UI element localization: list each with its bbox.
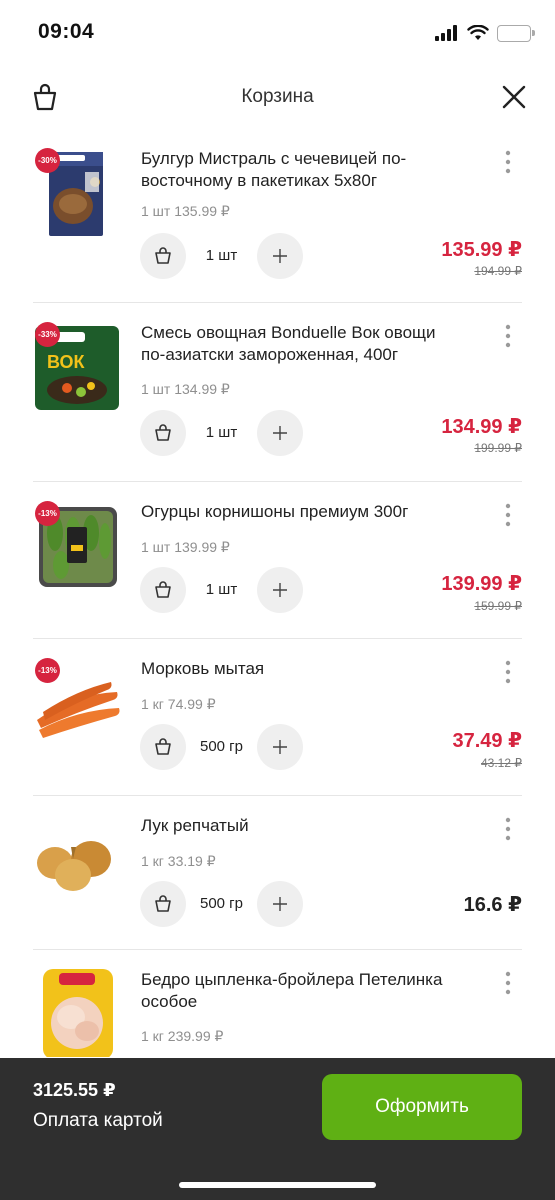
remove-button[interactable] xyxy=(140,881,186,927)
item-unit-price: 1 кг 74.99 ₽ xyxy=(141,696,216,712)
add-button[interactable] xyxy=(257,410,303,456)
cart-item: -33% ВОК Смесь овощная Bonduelle Вок ово… xyxy=(33,304,522,482)
cart-item: Бедро цыпленка-бройлера Петелинка особое… xyxy=(33,951,522,1058)
quantity-value: 1 шт xyxy=(205,247,238,264)
plus-icon xyxy=(273,740,287,754)
cart-item: -30% Булгур Мистраль с чечевицей по-вост… xyxy=(33,130,522,303)
item-name[interactable]: Смесь овощная Bonduelle Вок овощи по-ази… xyxy=(141,322,461,366)
checkout-bar: 3125.55 ₽ Оплата картой Оформить xyxy=(0,1058,555,1200)
item-name[interactable]: Морковь мытая xyxy=(141,658,461,680)
remove-button[interactable] xyxy=(140,233,186,279)
more-icon[interactable] xyxy=(504,660,512,684)
item-unit-price: 1 шт 134.99 ₽ xyxy=(141,381,230,397)
signal-icon xyxy=(435,25,457,41)
item-name[interactable]: Булгур Мистраль с чечевицей по-восточном… xyxy=(141,148,461,192)
discount-badge: -13% xyxy=(35,501,60,526)
plus-icon xyxy=(273,426,287,440)
minus-trash-icon xyxy=(155,247,171,264)
plus-icon xyxy=(273,897,287,911)
item-name[interactable]: Бедро цыпленка-бройлера Петелинка особое xyxy=(141,969,461,1013)
item-price: 134.99 ₽ xyxy=(441,416,522,438)
item-unit-price: 1 кг 33.19 ₽ xyxy=(141,853,216,869)
add-button[interactable] xyxy=(257,881,303,927)
item-old-price: 194.99 ₽ xyxy=(474,264,522,278)
close-icon[interactable] xyxy=(499,82,529,112)
discount-badge: -33% xyxy=(35,322,60,347)
quantity-value: 1 шт xyxy=(205,581,238,598)
item-old-price: 199.99 ₽ xyxy=(474,441,522,455)
item-unit-price: 1 шт 139.99 ₽ xyxy=(141,539,230,555)
total-amount: 3125.55 ₽ xyxy=(33,1080,116,1100)
minus-trash-icon xyxy=(155,738,171,755)
wifi-icon xyxy=(467,25,489,40)
plus-icon xyxy=(273,583,287,597)
minus-trash-icon xyxy=(155,895,171,912)
cart-list: -30% Булгур Мистраль с чечевицей по-вост… xyxy=(0,130,555,1058)
quantity-value: 500 гр xyxy=(199,895,243,912)
battery-icon xyxy=(497,24,535,42)
remove-button[interactable] xyxy=(140,410,186,456)
item-old-price: 159.99 ₽ xyxy=(474,599,522,613)
more-icon[interactable] xyxy=(504,817,512,841)
cart-item: -13% Огурцы корнишоны премиум 300г 1 шт … xyxy=(33,483,522,639)
minus-trash-icon xyxy=(155,581,171,598)
add-button[interactable] xyxy=(257,567,303,613)
home-indicator xyxy=(179,1182,376,1188)
more-icon[interactable] xyxy=(504,324,512,348)
chicken-thigh-tray-image[interactable] xyxy=(33,965,121,1057)
payment-method[interactable]: Оплата картой xyxy=(33,1110,163,1132)
cart-item: Лук репчатый 1 кг 33.19 ₽ 500 гр 16.6 ₽ xyxy=(33,797,522,950)
more-icon[interactable] xyxy=(504,150,512,174)
add-button[interactable] xyxy=(257,233,303,279)
add-button[interactable] xyxy=(257,724,303,770)
more-icon[interactable] xyxy=(504,503,512,527)
plus-icon xyxy=(273,249,287,263)
quantity-value: 1 шт xyxy=(205,424,238,441)
remove-button[interactable] xyxy=(140,567,186,613)
quantity-value: 500 гр xyxy=(199,738,243,755)
onions-image[interactable] xyxy=(33,811,121,903)
item-old-price: 43.12 ₽ xyxy=(481,756,522,770)
item-name[interactable]: Огурцы корнишоны премиум 300г xyxy=(141,501,461,523)
discount-badge: -13% xyxy=(35,658,60,683)
item-unit-price: 1 шт 135.99 ₽ xyxy=(141,203,230,219)
status-bar: 09:04 xyxy=(0,0,555,66)
header: Корзина xyxy=(0,66,555,130)
item-price: 139.99 ₽ xyxy=(441,573,522,595)
checkout-button[interactable]: Оформить xyxy=(322,1074,522,1140)
item-price: 16.6 ₽ xyxy=(463,894,522,916)
cart-item: -13% Морковь мытая 1 кг 74.99 ₽ 500 гр 3… xyxy=(33,640,522,796)
more-icon[interactable] xyxy=(504,971,512,995)
svg-text:ВОК: ВОК xyxy=(47,352,86,372)
status-icons xyxy=(435,24,535,42)
item-unit-price: 1 кг 239.99 ₽ xyxy=(141,1028,224,1044)
status-time: 09:04 xyxy=(38,20,95,43)
page-title: Корзина xyxy=(241,86,314,107)
discount-badge: -30% xyxy=(35,148,60,173)
minus-trash-icon xyxy=(155,424,171,441)
item-price: 135.99 ₽ xyxy=(441,239,522,261)
item-name[interactable]: Лук репчатый xyxy=(141,815,461,837)
item-price: 37.49 ₽ xyxy=(452,730,522,752)
remove-button[interactable] xyxy=(140,724,186,770)
